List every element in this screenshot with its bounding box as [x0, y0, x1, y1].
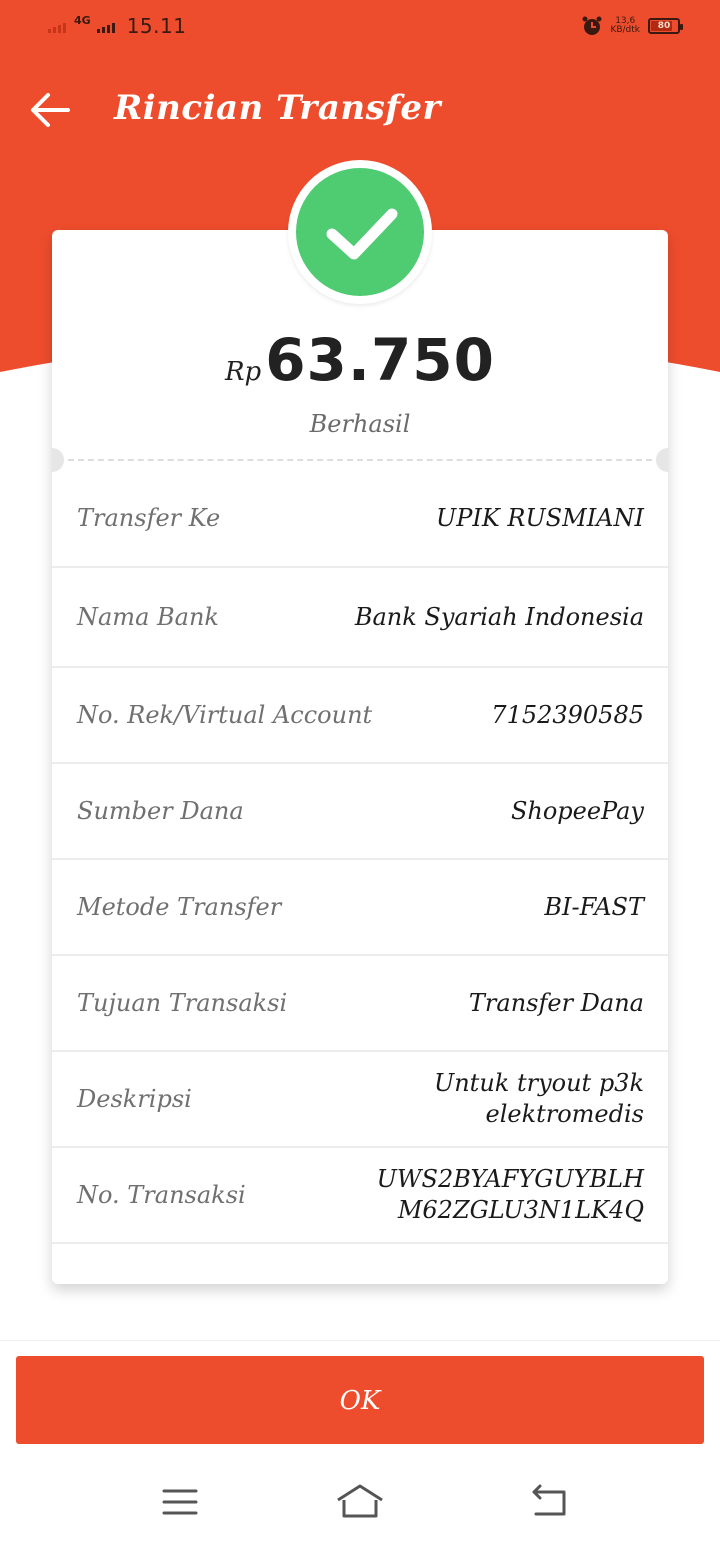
- detail-label: Sumber Dana: [77, 797, 244, 825]
- network-speed: 13,6 KB/dtk: [610, 16, 640, 35]
- detail-row-no-rek: No. Rek/Virtual Account 7152390585: [52, 668, 668, 764]
- detail-row-nama-bank: Nama Bank Bank Syariah Indonesia: [52, 568, 668, 668]
- status-bar: 4G 15.11 13,6 KB/dtk 80: [0, 0, 720, 56]
- transfer-amount: Rp63.750: [52, 326, 668, 394]
- detail-value: BI-FAST: [544, 892, 644, 921]
- detail-label: No. Rek/Virtual Account: [77, 701, 373, 729]
- detail-label: Transfer Ke: [77, 504, 221, 532]
- detail-label: Deskripsi: [77, 1085, 192, 1113]
- battery-icon: 80: [648, 18, 683, 34]
- detail-row-metode-transfer: Metode Transfer BI-FAST: [52, 860, 668, 956]
- currency-label: Rp: [224, 357, 262, 387]
- detail-value: 7152390585: [491, 700, 644, 729]
- check-icon: [326, 208, 398, 260]
- signal-strong-icon: [96, 19, 115, 33]
- detail-row-sumber-dana: Sumber Dana ShopeePay: [52, 764, 668, 860]
- transfer-detail-card: Rp63.750 Berhasil Transfer Ke UPIK RUSMI…: [52, 230, 668, 1284]
- home-icon[interactable]: [328, 1474, 392, 1530]
- ticket-notch-left: [52, 448, 64, 472]
- signal-weak-icon: [48, 19, 66, 33]
- success-badge: [288, 160, 432, 304]
- detail-value: Bank Syariah Indonesia: [354, 602, 644, 631]
- detail-row-tujuan-transaksi: Tujuan Transaksi Transfer Dana: [52, 956, 668, 1052]
- status-time: 15.11: [126, 14, 187, 38]
- arrow-left-icon[interactable]: [28, 90, 72, 130]
- ticket-notch-right: [656, 448, 668, 472]
- detail-label: Nama Bank: [77, 603, 219, 631]
- dashed-divider: [68, 459, 652, 461]
- page-title: Rincian Transfer: [114, 88, 441, 128]
- amount-value: 63.750: [265, 326, 496, 394]
- detail-value: Transfer Dana: [468, 988, 644, 1017]
- transfer-status: Berhasil: [309, 410, 411, 438]
- detail-row-transfer-ke: Transfer Ke UPIK RUSMIANI: [52, 470, 668, 568]
- detail-value: UWS2BYAFYGUYBLH M62ZGLU3N1LK4Q: [376, 1165, 644, 1224]
- detail-label: No. Transaksi: [77, 1181, 246, 1209]
- system-navigation-bar: [0, 1460, 720, 1544]
- detail-label: Metode Transfer: [77, 893, 282, 921]
- detail-value: ShopeePay: [510, 796, 644, 825]
- alarm-icon: [582, 16, 602, 35]
- detail-value: UPIK RUSMIANI: [435, 503, 644, 532]
- network-type: 4G: [74, 13, 91, 27]
- detail-label: Tujuan Transaksi: [77, 989, 288, 1017]
- back-icon[interactable]: [516, 1474, 580, 1530]
- bottom-divider: [0, 1340, 720, 1341]
- detail-list: Transfer Ke UPIK RUSMIANI Nama Bank Bank…: [52, 470, 668, 1244]
- detail-value: Untuk tryout p3k elektromedis: [434, 1069, 644, 1128]
- menu-icon[interactable]: [148, 1474, 212, 1530]
- detail-row-deskripsi: Deskripsi Untuk tryout p3k elektromedis: [52, 1052, 668, 1148]
- battery-level: 80: [657, 21, 671, 31]
- ok-button[interactable]: OK: [16, 1356, 704, 1444]
- detail-row-no-transaksi: No. Transaksi UWS2BYAFYGUYBLH M62ZGLU3N1L…: [52, 1148, 668, 1244]
